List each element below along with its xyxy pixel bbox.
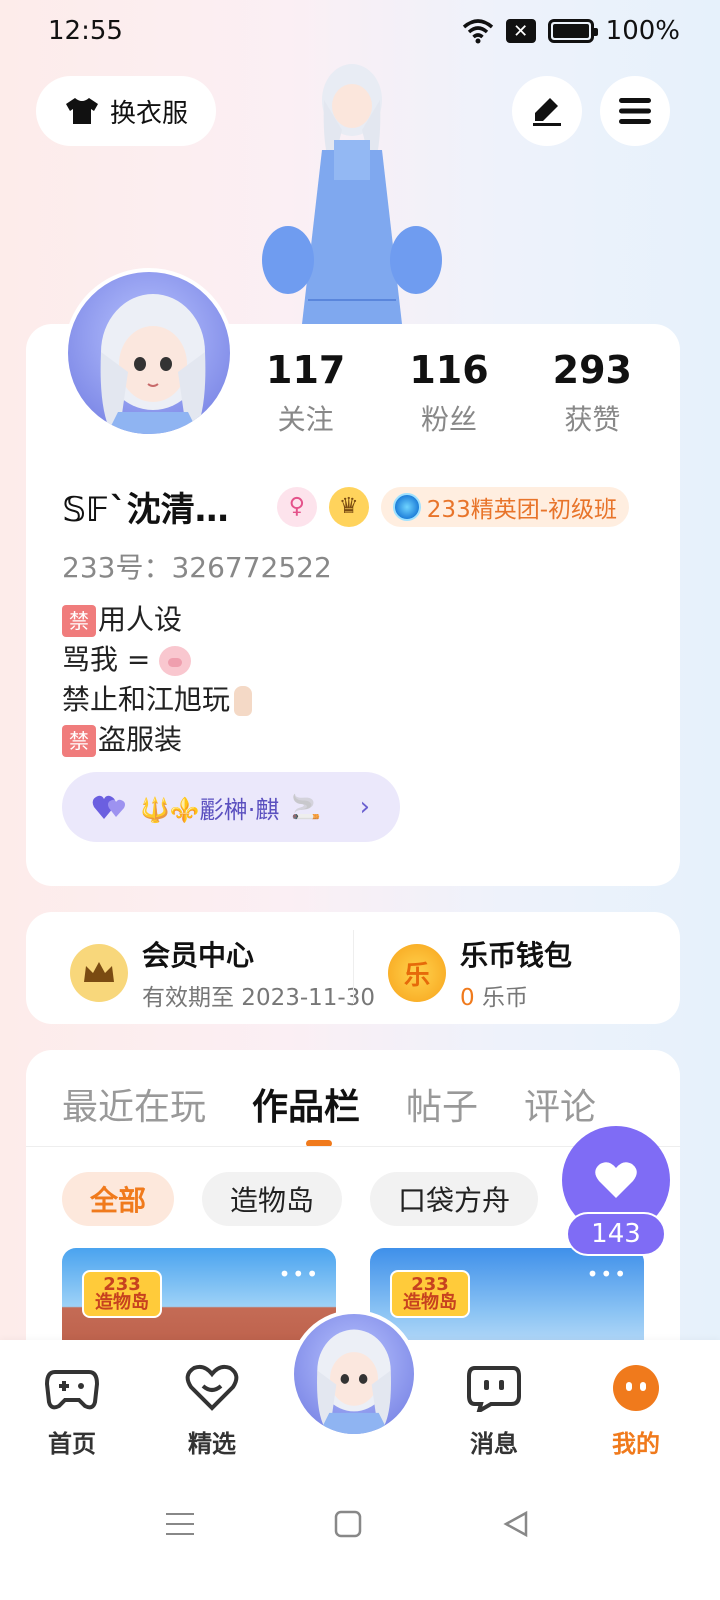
gamepad-icon	[44, 1370, 100, 1410]
hamburger-menu-icon	[619, 98, 651, 124]
status-time: 12:55	[48, 16, 123, 46]
following-count: 117	[266, 348, 346, 392]
menu-button[interactable]	[600, 76, 670, 146]
bio: 禁用人设 骂我 = 禁止和江旭玩 禁盗服装	[62, 600, 253, 760]
wallet-button[interactable]: 乐 乐币钱包 0 乐币	[388, 934, 572, 1012]
chat-bubble-icon	[467, 1366, 521, 1416]
tab-recent-played[interactable]: 最近在玩	[62, 1078, 206, 1130]
nav-home[interactable]: 首页	[22, 1364, 122, 1459]
divider	[353, 930, 354, 1004]
female-gender-icon: ♀	[276, 486, 317, 527]
chip-creation-island[interactable]: 造物岛	[202, 1172, 343, 1226]
nav-messages-label: 消息	[470, 1430, 518, 1458]
tshirt-icon	[65, 98, 98, 124]
member-center-button[interactable]: 会员中心 有效期至 2023-11-30	[70, 934, 375, 1012]
nav-messages[interactable]: 消息	[444, 1364, 544, 1459]
pen-icon	[533, 98, 561, 126]
bio-line-3: 禁止和江旭玩	[62, 683, 231, 716]
bond-name: 🔱⚜️彲榊·麒	[140, 795, 280, 824]
wifi-icon	[462, 19, 493, 44]
more-icon[interactable]: •••	[587, 1262, 628, 1286]
filter-chips: 全部 造物岛 口袋方舟	[62, 1172, 539, 1226]
pig-emoji-icon	[159, 646, 192, 676]
followers-label: 粉丝	[420, 403, 477, 436]
wallet-unit: 乐币	[474, 985, 528, 1011]
back-icon[interactable]	[496, 1504, 536, 1544]
username: 𝕊𝔽`沈清…	[62, 490, 229, 530]
tab-works[interactable]: 作品栏	[252, 1078, 360, 1130]
status-bar: 12:55 ✕ 100%	[0, 0, 720, 64]
nav-featured-label: 精选	[188, 1430, 236, 1458]
battery-percent: 100%	[605, 16, 680, 46]
bond-relation-button[interactable]: 🔱⚜️彲榊·麒 🚬 ›	[62, 772, 400, 842]
nav-featured[interactable]: 精选	[162, 1364, 262, 1459]
title-badge[interactable]: 233精英团-初级班	[380, 486, 629, 527]
crown-icon	[70, 944, 128, 1002]
logo-text: 造物岛	[95, 1292, 149, 1313]
avatar[interactable]	[64, 268, 234, 438]
no-sim-icon: ✕	[505, 19, 536, 43]
center-avatar-button[interactable]	[290, 1310, 418, 1438]
face-icon	[613, 1365, 659, 1411]
name-row: 𝕊𝔽`沈清… ♀ ♛ 233精英团-初级班	[62, 482, 629, 531]
membership-card: 会员中心 有效期至 2023-11-30 乐 乐币钱包 0 乐币	[26, 912, 680, 1024]
creation-island-logo: 233 造物岛	[390, 1270, 470, 1318]
stat-followers[interactable]: 116 粉丝	[409, 348, 488, 438]
following-label: 关注	[277, 403, 334, 436]
avatar-portrait	[317, 1329, 391, 1434]
member-expiry: 有效期至 2023-11-30	[142, 985, 375, 1011]
bio-line-1: 用人设	[98, 603, 183, 636]
more-icon[interactable]: •••	[279, 1262, 320, 1286]
wallet-title: 乐币钱包	[460, 939, 573, 972]
battery-icon	[547, 19, 598, 43]
recent-apps-icon[interactable]	[160, 1504, 200, 1544]
elite-badge-icon	[392, 492, 421, 521]
crown-badge-icon[interactable]: ♛	[328, 486, 369, 527]
followers-count: 116	[409, 348, 489, 392]
profile-stats: 117 关注 116 粉丝 293 获赞	[234, 348, 664, 438]
change-outfit-label: 换衣服	[109, 98, 188, 129]
chevron-right-icon: ›	[359, 792, 370, 822]
title-badge-label: 233精英团-初级班	[426, 496, 617, 523]
nav-me[interactable]: 我的	[586, 1364, 686, 1459]
wallet-amount: 0	[460, 985, 475, 1011]
bio-line-2: 骂我 =	[62, 643, 160, 676]
middle-finger-emoji-icon	[234, 686, 253, 716]
system-nav-bar	[0, 1470, 720, 1600]
like-count: 143	[566, 1212, 666, 1256]
logo-text: 造物岛	[403, 1292, 457, 1313]
bio-line-4: 盗服装	[98, 723, 183, 756]
avatar-3d-figure[interactable]	[262, 60, 442, 324]
member-center-title: 会员中心	[142, 939, 255, 972]
user-id: 233号：326772522	[62, 551, 332, 584]
nav-home-label: 首页	[48, 1430, 96, 1458]
status-icons: ✕ 100%	[462, 16, 680, 46]
home-icon[interactable]	[328, 1504, 368, 1544]
heart-outline-icon	[185, 1364, 239, 1411]
avatar-portrait	[100, 294, 206, 434]
tab-comments[interactable]: 评论	[524, 1078, 596, 1130]
ban-emoji-icon: 禁	[62, 725, 96, 757]
stat-likes[interactable]: 293 获赞	[553, 348, 632, 438]
stat-following[interactable]: 117 关注	[266, 348, 345, 438]
likes-received-label: 获赞	[564, 403, 621, 436]
tab-posts[interactable]: 帖子	[406, 1078, 478, 1130]
ban-emoji-icon: 禁	[62, 605, 96, 637]
coin-icon: 乐	[388, 944, 446, 1002]
chip-all[interactable]: 全部	[62, 1172, 175, 1226]
likes-received-count: 293	[552, 348, 632, 392]
edit-button[interactable]	[512, 76, 582, 146]
bond-suffix-emoji: 🚬	[291, 793, 322, 821]
heart-icon	[595, 1162, 637, 1198]
profile-tabs: 最近在玩 作品栏 帖子 评论	[62, 1078, 596, 1130]
nav-me-label: 我的	[612, 1430, 660, 1458]
creation-island-logo: 233 造物岛	[82, 1270, 162, 1318]
chip-pocket-ark[interactable]: 口袋方舟	[370, 1172, 539, 1226]
change-outfit-button[interactable]: 换衣服	[36, 76, 216, 146]
double-heart-icon	[92, 795, 125, 819]
